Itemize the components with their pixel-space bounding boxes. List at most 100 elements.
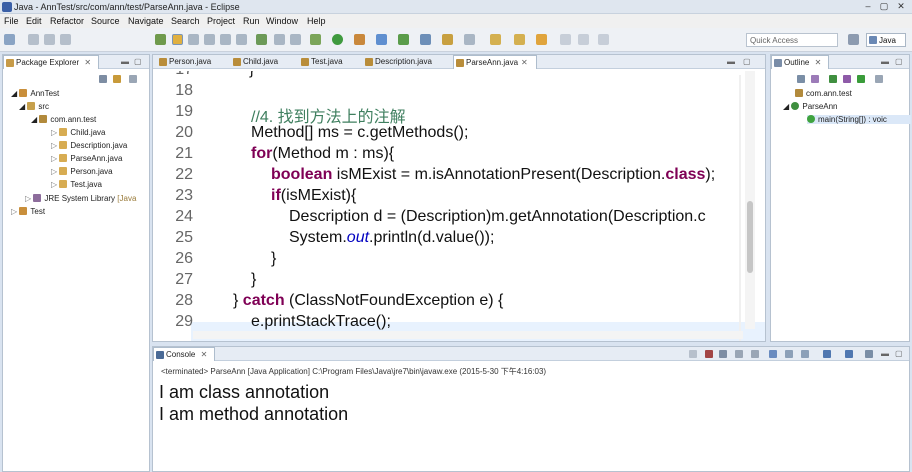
- minimize-view-icon[interactable]: ▬: [727, 57, 735, 66]
- expand-arrow-icon[interactable]: ◢: [783, 102, 791, 111]
- menu-navigate[interactable]: Navigate: [128, 16, 164, 26]
- tab-outline[interactable]: Outline ✕: [771, 55, 829, 69]
- tree-item-description-java[interactable]: ▷ Description.java: [51, 141, 127, 150]
- vertical-scrollbar[interactable]: [745, 71, 755, 329]
- show-on-stdout-icon[interactable]: [785, 350, 793, 358]
- link-with-editor-icon[interactable]: [113, 75, 121, 83]
- maximize-view-icon[interactable]: ▢: [895, 349, 903, 358]
- maximize-button[interactable]: ▢: [878, 1, 890, 12]
- new-class-icon[interactable]: [420, 34, 431, 45]
- tab-test-java[interactable]: Test.java: [299, 55, 363, 69]
- view-menu-icon[interactable]: [129, 75, 137, 83]
- maximize-view-icon[interactable]: ▢: [134, 57, 142, 66]
- outline-item-package[interactable]: com.ann.test: [795, 89, 852, 98]
- new-java-project-icon[interactable]: [376, 34, 387, 45]
- pin-editor-icon[interactable]: [598, 34, 609, 45]
- scroll-lock-icon[interactable]: [751, 350, 759, 358]
- tree-item-src[interactable]: ◢ src: [19, 102, 49, 111]
- expand-arrow-icon[interactable]: ◢: [31, 115, 39, 124]
- display-console-icon[interactable]: [845, 350, 853, 358]
- menu-project[interactable]: Project: [207, 16, 235, 26]
- maximize-view-icon[interactable]: ▢: [743, 57, 751, 66]
- save-all-icon[interactable]: [44, 34, 55, 45]
- print-icon[interactable]: [60, 34, 71, 45]
- terminate-icon[interactable]: [689, 350, 697, 358]
- tree-item-parseann-java[interactable]: ▷ ParseAnn.java: [51, 154, 122, 163]
- expand-arrow-icon[interactable]: ◢: [11, 89, 19, 98]
- external-tools-icon[interactable]: [274, 34, 285, 45]
- menu-search[interactable]: Search: [171, 16, 200, 26]
- back-icon[interactable]: [560, 34, 571, 45]
- tree-item-jre-library[interactable]: ▷ JRE System Library [Java: [25, 194, 136, 203]
- search-icon[interactable]: [464, 34, 475, 45]
- outline-item-main-method[interactable]: main(String[]) : voic: [807, 115, 911, 124]
- close-tab-icon[interactable]: ✕: [521, 58, 528, 67]
- tab-parseann-java[interactable]: ParseAnn.java ✕: [453, 55, 537, 69]
- menu-window[interactable]: Window: [266, 16, 298, 26]
- run-icon[interactable]: [332, 34, 343, 45]
- menu-help[interactable]: Help: [307, 16, 326, 26]
- tab-person-java[interactable]: Person.java: [157, 55, 231, 69]
- mark-occurrences-icon[interactable]: [172, 34, 183, 45]
- minimize-view-icon[interactable]: ▬: [881, 349, 889, 358]
- close-tab-icon[interactable]: ✕: [201, 350, 208, 359]
- format-icon[interactable]: [220, 34, 231, 45]
- outline-item-class[interactable]: ◢ ParseAnn: [783, 102, 838, 111]
- java-perspective-button[interactable]: Java: [866, 33, 906, 47]
- sort-icon[interactable]: [811, 75, 819, 83]
- close-tab-icon[interactable]: ✕: [84, 58, 91, 67]
- remove-all-launches-icon[interactable]: [719, 350, 727, 358]
- hide-nonpublic-icon[interactable]: [857, 75, 865, 83]
- tree-item-package[interactable]: ◢ com.ann.test: [31, 115, 96, 124]
- menu-run[interactable]: Run: [243, 16, 260, 26]
- expand-arrow-icon[interactable]: ◢: [19, 102, 27, 111]
- tree-item-anntest[interactable]: ◢ AnnTest: [11, 89, 59, 98]
- pin-console-icon[interactable]: [823, 350, 831, 358]
- prev-annotation-icon[interactable]: [514, 34, 525, 45]
- remove-launch-icon[interactable]: [705, 350, 713, 358]
- tab-package-explorer[interactable]: Package Explorer ✕: [3, 55, 99, 69]
- new-package-icon[interactable]: [398, 34, 409, 45]
- minimize-view-icon[interactable]: ▬: [881, 57, 889, 66]
- quick-access-input[interactable]: Quick Access: [746, 33, 838, 47]
- debug-icon[interactable]: [310, 34, 321, 45]
- menu-refactor[interactable]: Refactor: [50, 16, 84, 26]
- horizontal-scrollbar[interactable]: [193, 331, 743, 339]
- clear-console-icon[interactable]: [735, 350, 743, 358]
- collapse-all-icon[interactable]: [797, 75, 805, 83]
- word-wrap-icon[interactable]: [769, 350, 777, 358]
- show-whitespace-icon[interactable]: [204, 34, 215, 45]
- minimize-view-icon[interactable]: ▬: [121, 57, 129, 66]
- open-type-icon[interactable]: [442, 34, 453, 45]
- scissors-icon[interactable]: [290, 34, 301, 45]
- tab-description-java[interactable]: Description.java: [363, 55, 453, 69]
- open-console-icon[interactable]: [865, 350, 873, 358]
- toggle-block-icon[interactable]: [188, 34, 199, 45]
- scrollbar-thumb[interactable]: [747, 201, 753, 273]
- breadcrumb-icon[interactable]: [236, 34, 247, 45]
- collapse-all-icon[interactable]: [99, 75, 107, 83]
- next-annotation-icon[interactable]: [490, 34, 501, 45]
- save-icon[interactable]: [28, 34, 39, 45]
- maximize-view-icon[interactable]: ▢: [895, 57, 903, 66]
- tab-child-java[interactable]: Child.java: [231, 55, 299, 69]
- tree-item-person-java[interactable]: ▷ Person.java: [51, 167, 113, 176]
- last-edit-icon[interactable]: [536, 34, 547, 45]
- hide-static-icon[interactable]: [843, 75, 851, 83]
- coverage-icon[interactable]: [354, 34, 365, 45]
- show-on-stderr-icon[interactable]: [801, 350, 809, 358]
- menu-source[interactable]: Source: [91, 16, 120, 26]
- close-button[interactable]: ✕: [895, 1, 907, 12]
- new-icon[interactable]: [4, 34, 15, 45]
- menu-edit[interactable]: Edit: [26, 16, 42, 26]
- hide-fields-icon[interactable]: [829, 75, 837, 83]
- debug-toggle-icon[interactable]: [155, 34, 166, 45]
- tree-item-test-project[interactable]: ▷ Test: [11, 207, 45, 216]
- view-menu-icon[interactable]: [875, 75, 883, 83]
- tab-console[interactable]: Console ✕: [153, 347, 215, 361]
- tree-item-test-java[interactable]: ▷ Test.java: [51, 180, 102, 189]
- minimize-button[interactable]: ‒: [862, 1, 874, 12]
- code-editor[interactable]: 17 18 19 20 21 22 23 24 25 26 27 28 29 }…: [155, 71, 765, 341]
- menu-file[interactable]: File: [4, 16, 19, 26]
- forward-icon[interactable]: [578, 34, 589, 45]
